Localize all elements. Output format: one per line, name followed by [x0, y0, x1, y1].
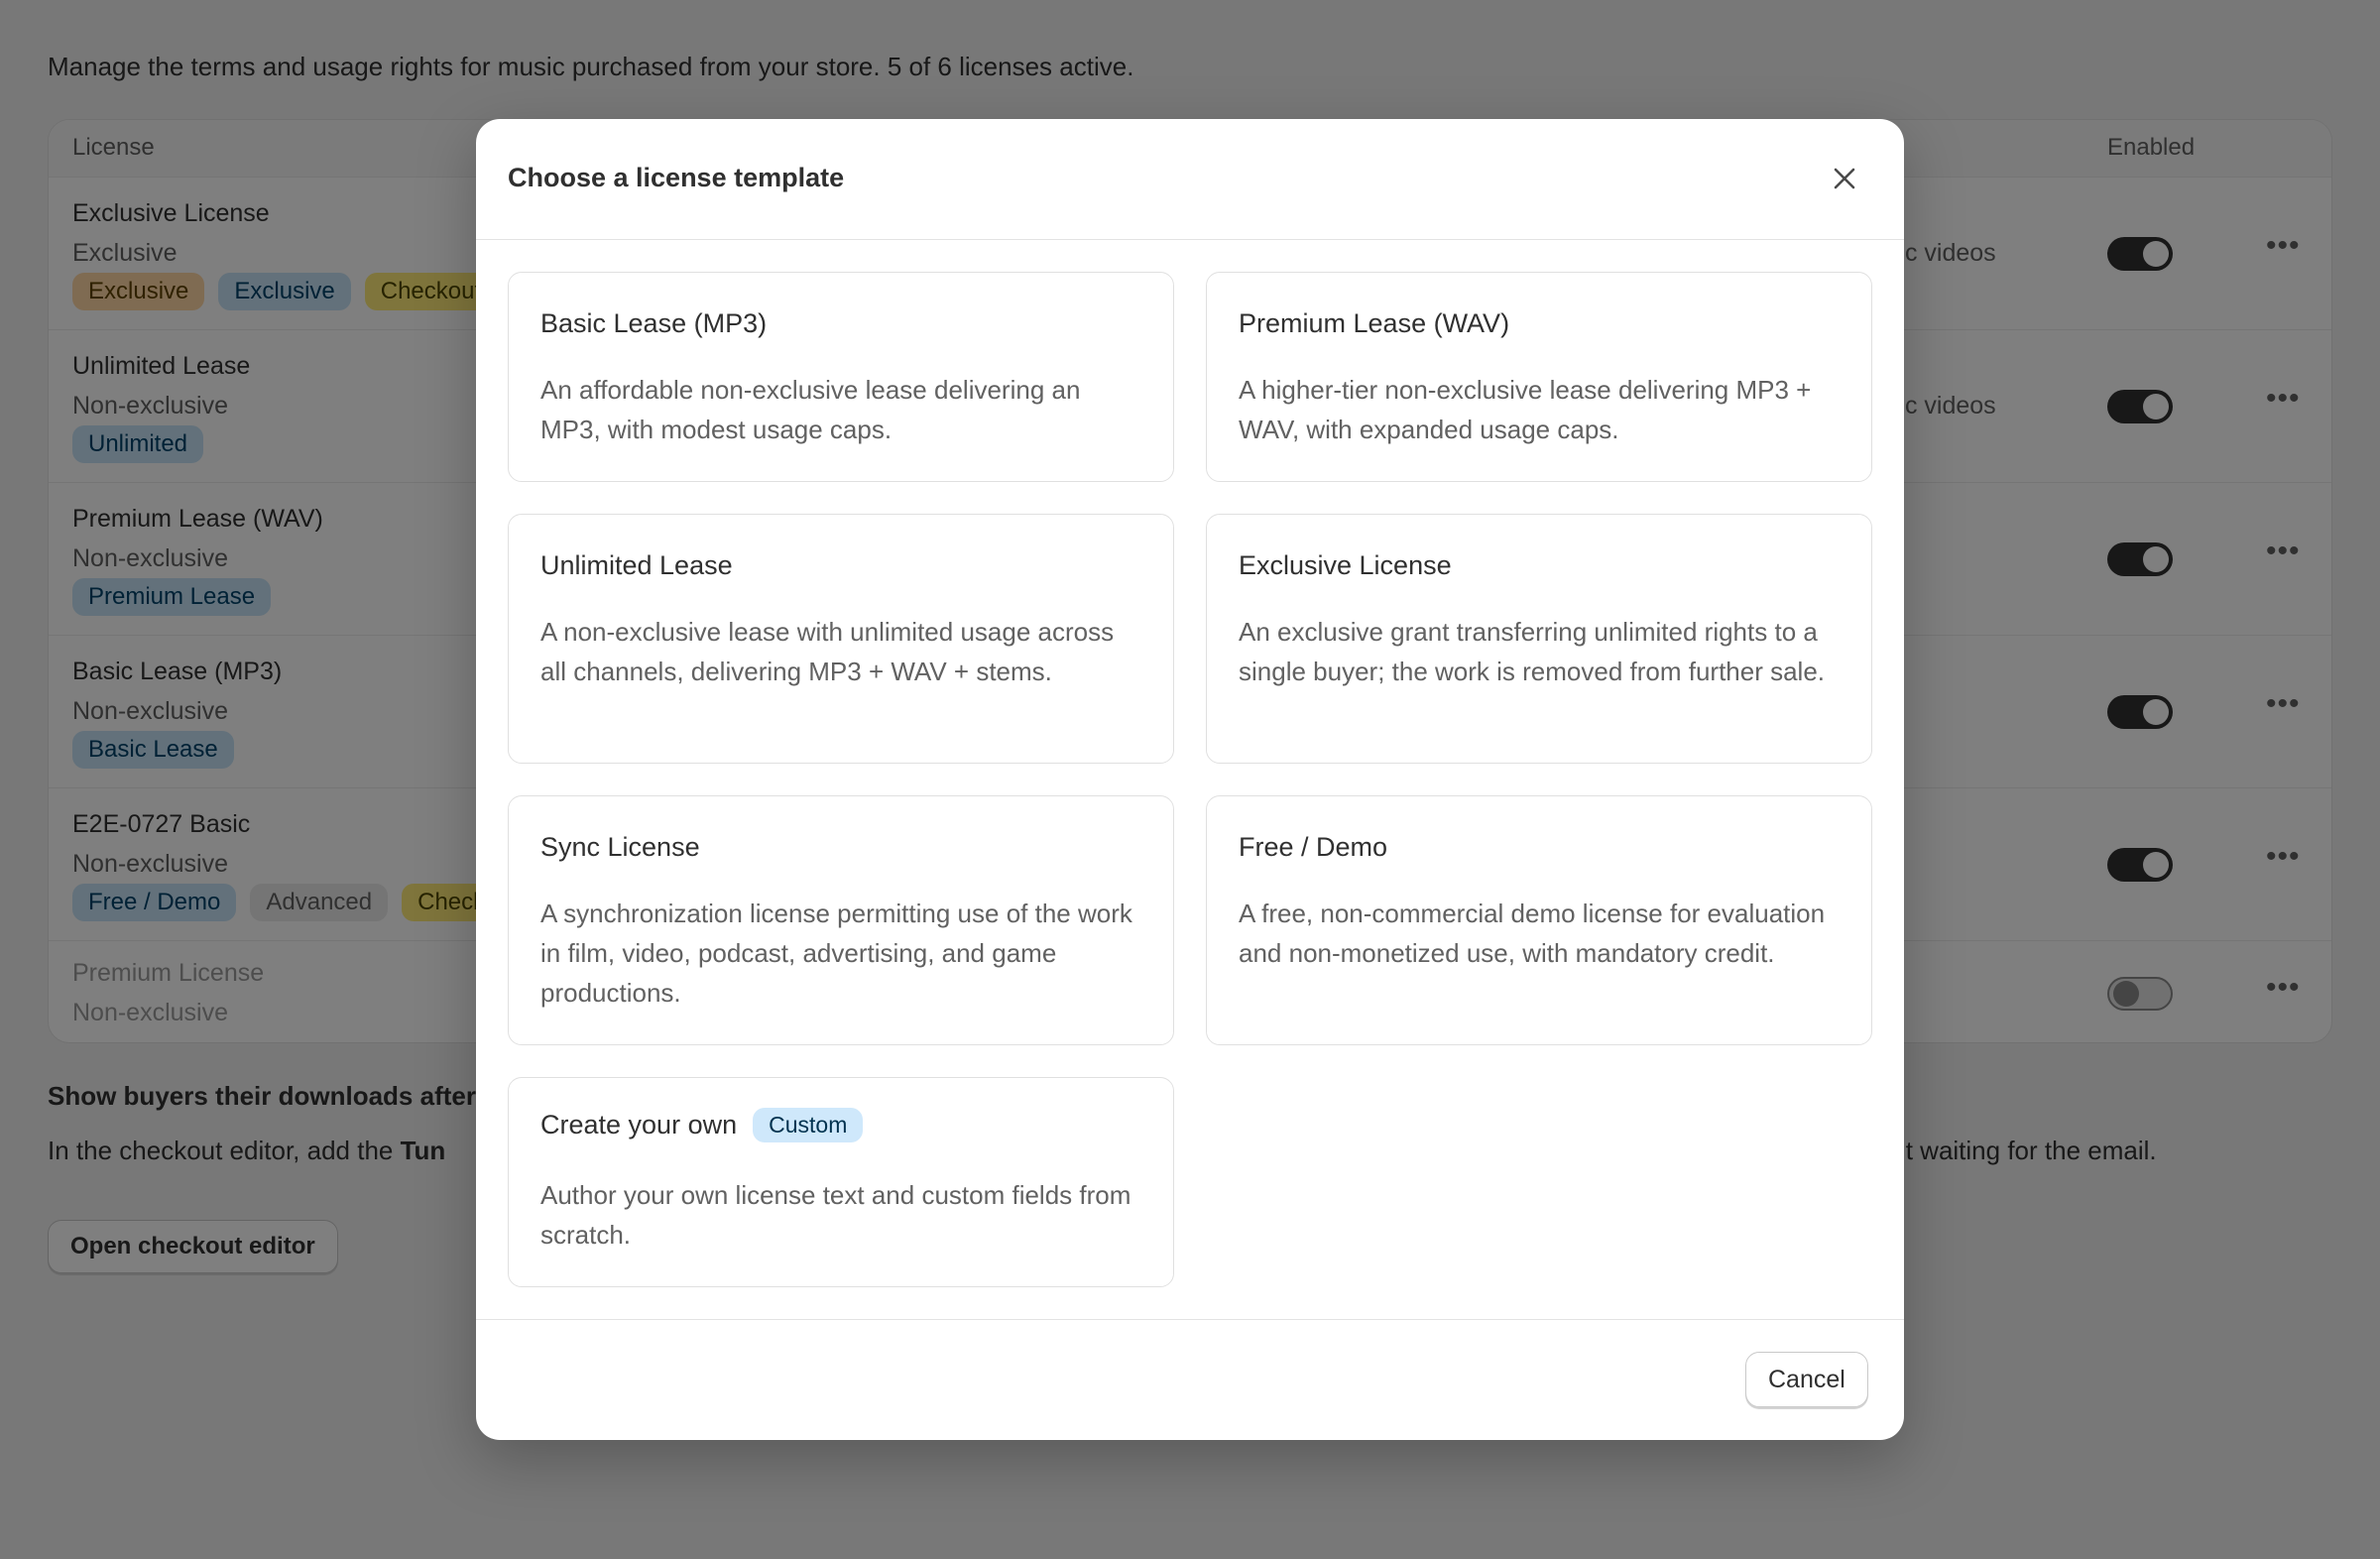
template-title: Basic Lease (MP3) [540, 308, 768, 338]
dialog-header: Choose a license template [476, 119, 1904, 240]
template-title: Free / Demo [1239, 832, 1388, 862]
template-title: Premium Lease (WAV) [1239, 308, 1510, 338]
template-title-row: Create your own Custom [540, 1108, 864, 1142]
template-title: Unlimited Lease [540, 550, 733, 580]
template-description: A free, non-commercial demo license for … [1239, 899, 1826, 968]
template-card-premium-lease[interactable]: Premium Lease (WAV) A higher-tier non-ex… [1206, 272, 1872, 482]
dialog-footer: Cancel [476, 1319, 1904, 1440]
template-description: A higher-tier non-exclusive lease delive… [1239, 375, 1812, 444]
dialog-title: Choose a license template [508, 163, 845, 192]
template-description: An affordable non-exclusive lease delive… [540, 375, 1081, 444]
cancel-button[interactable]: Cancel [1745, 1352, 1868, 1407]
template-description: An exclusive grant transferring unlimite… [1239, 617, 1826, 686]
template-title: Exclusive License [1239, 550, 1452, 580]
template-card-create-your-own[interactable]: Create your own Custom Author your own l… [508, 1077, 1174, 1287]
template-description: A synchronization license permitting use… [540, 899, 1132, 1008]
template-title: Create your own [540, 1110, 738, 1139]
custom-badge: Custom [753, 1108, 864, 1142]
template-description: A non-exclusive lease with unlimited usa… [540, 617, 1115, 686]
template-card-exclusive-license[interactable]: Exclusive License An exclusive grant tra… [1206, 514, 1872, 764]
template-card-basic-lease[interactable]: Basic Lease (MP3) An affordable non-excl… [508, 272, 1174, 482]
license-template-dialog: Choose a license template Basic Lease (M… [476, 119, 1904, 1440]
template-title: Sync License [540, 832, 700, 862]
template-card-unlimited-lease[interactable]: Unlimited Lease A non-exclusive lease wi… [508, 514, 1174, 764]
template-description: Author your own license text and custom … [540, 1180, 1131, 1250]
close-icon[interactable] [1823, 157, 1866, 200]
template-card-sync-license[interactable]: Sync License A synchronization license p… [508, 795, 1174, 1045]
template-card-free-demo[interactable]: Free / Demo A free, non-commercial demo … [1206, 795, 1872, 1045]
